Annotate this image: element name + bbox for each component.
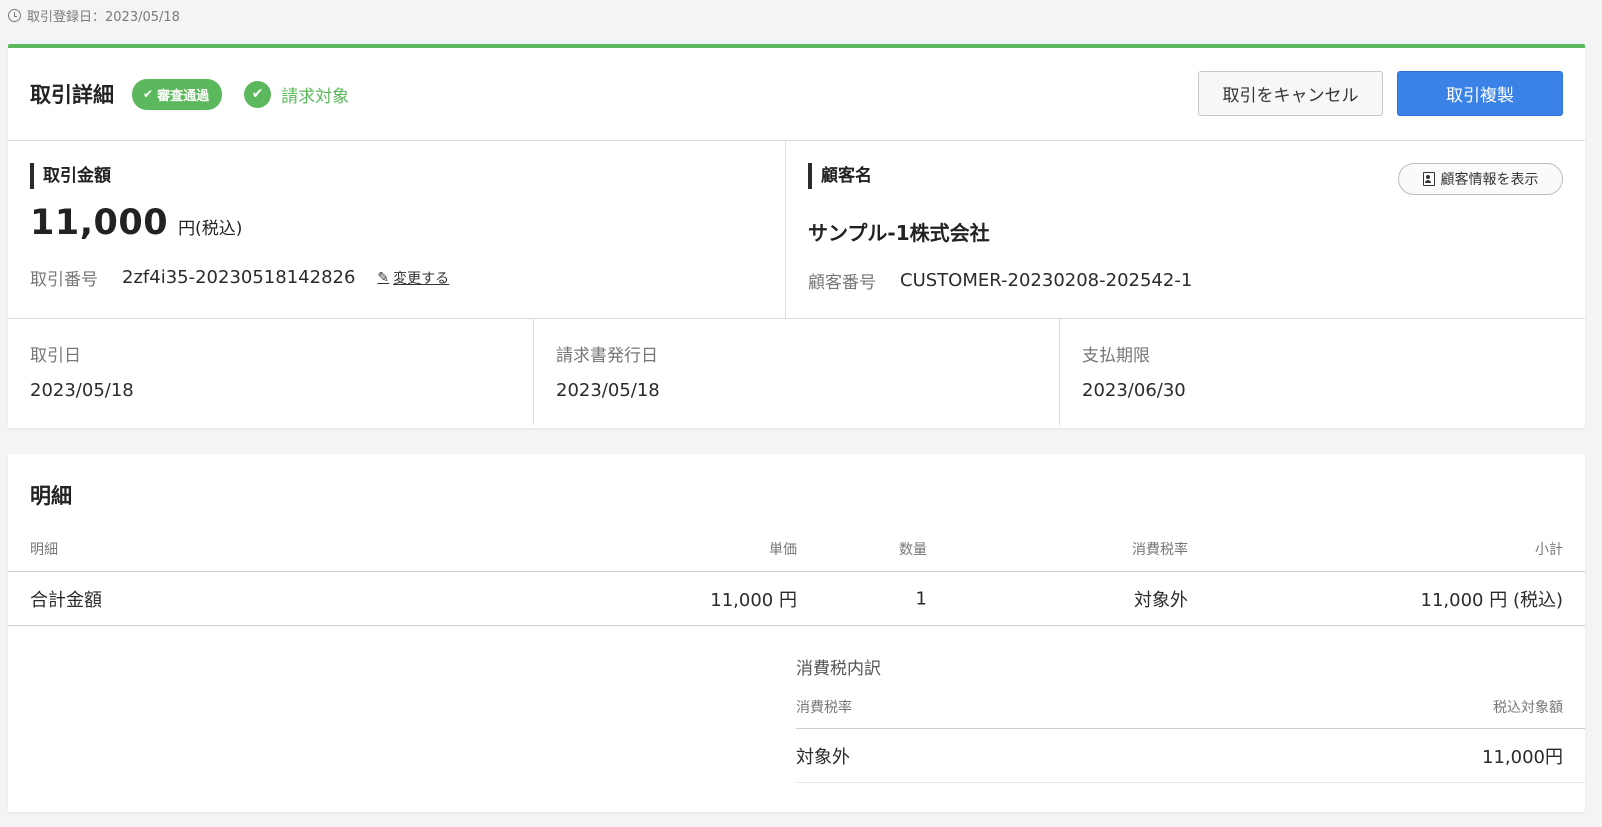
check-icon: ✔ (143, 87, 154, 101)
customer-name: サンプル-1株式会社 (808, 221, 990, 245)
col-subtotal: 小計 (1535, 541, 1563, 558)
line-items-card: 明細 明細 単価 数量 消費税率 小計 合計金額 11,000 円 1 対象外 … (8, 454, 1585, 812)
tax-col-amount: 税込対象額 (1493, 700, 1563, 716)
edit-link-label: 変更する (393, 270, 450, 287)
show-customer-info-label: 顧客情報を表示 (1440, 171, 1539, 187)
row-unit-price: 11,000 円 (710, 589, 797, 611)
date-value: 2023/05/18 (30, 380, 134, 401)
tax-col-rate: 消費税率 (796, 700, 852, 716)
col-desc: 明細 (30, 541, 58, 558)
date-label: 支払期限 (1082, 346, 1150, 366)
row-quantity: 1 (915, 588, 927, 609)
invoice-issue-date: 請求書発行日 2023/05/18 (534, 319, 1060, 425)
page-title: 取引詳細 (30, 83, 114, 107)
table-header: 明細 単価 数量 消費税率 小計 (8, 526, 1585, 572)
cancel-transaction-button[interactable]: 取引をキャンセル (1198, 71, 1383, 116)
row-subtotal: 11,000 円 (税込) (1420, 589, 1563, 611)
status-badge-label: 審査通過 (157, 88, 210, 104)
tax-breakdown-header: 消費税率 税込対象額 (796, 693, 1585, 729)
section-title: 明細 (30, 484, 72, 508)
col-unit-price: 単価 (769, 541, 797, 558)
amount-unit: 円(税込) (178, 219, 243, 239)
transaction-date: 取引日 2023/05/18 (8, 319, 534, 425)
date-label: 請求書発行日 (556, 346, 658, 366)
customer-number-line: 顧客番号 CUSTOMER-20230208-202542-1 (808, 268, 1563, 293)
date-label: 取引日 (30, 346, 81, 366)
duplicate-transaction-button[interactable]: 取引複製 (1397, 71, 1563, 116)
customer-number-value: CUSTOMER-20230208-202542-1 (900, 270, 1193, 291)
status-badge: ✔ 審査通過 (132, 78, 223, 110)
col-tax-rate: 消費税率 (1132, 541, 1188, 558)
date-value: 2023/06/30 (1082, 380, 1186, 401)
registered-date: 取引登録日：2023/05/18 (8, 6, 180, 25)
tax-row-amount: 11,000円 (1482, 746, 1563, 768)
contact-card-icon (1422, 172, 1435, 186)
row-desc: 合計金額 (30, 589, 102, 611)
tax-breakdown-row: 対象外 11,000円 (796, 729, 1585, 783)
show-customer-info-button[interactable]: 顧客情報を表示 (1398, 163, 1563, 195)
customer-number-key: 顧客番号 (808, 273, 876, 293)
amount-label: 取引金額 (30, 163, 763, 189)
customer-section: 顧客名 顧客情報を表示 サンプル-1株式会社 顧客番号 CUSTOMER-202… (786, 141, 1585, 318)
transaction-number-value: 2zf4i35-20230518142826 (122, 267, 356, 288)
amount-value: 11,000 (30, 203, 169, 243)
col-quantity: 数量 (899, 541, 927, 558)
clock-icon (8, 9, 21, 22)
pencil-icon: ✎ (377, 269, 390, 286)
tax-breakdown-title: 消費税内訳 (796, 659, 881, 679)
billing-status: ✔ 請求対象 (244, 80, 350, 108)
table-row: 合計金額 11,000 円 1 対象外 11,000 円 (税込) (8, 572, 1585, 626)
transaction-number-key: 取引番号 (30, 270, 98, 290)
registered-date-text: 取引登録日：2023/05/18 (27, 10, 180, 25)
detail-header: 取引詳細 ✔ 審査通過 ✔ 請求対象 取引をキャンセル 取引複製 (8, 48, 1585, 141)
check-circle-icon: ✔ (244, 80, 272, 108)
payment-due-date: 支払期限 2023/06/30 (1060, 319, 1585, 425)
row-tax-rate: 対象外 (1134, 589, 1188, 611)
dates-row: 取引日 2023/05/18 請求書発行日 2023/05/18 支払期限 20… (8, 319, 1585, 425)
edit-number-link[interactable]: ✎ 変更する (377, 268, 449, 288)
tax-breakdown: 消費税内訳 消費税率 税込対象額 対象外 11,000円 (796, 626, 1585, 783)
transaction-detail-card: 取引詳細 ✔ 審査通過 ✔ 請求対象 取引をキャンセル 取引複製 取引金額 11… (8, 44, 1585, 428)
billing-status-label: 請求対象 (281, 86, 350, 107)
tax-row-rate: 対象外 (796, 746, 850, 768)
amount-section: 取引金額 11,000 円(税込) 取引番号 2zf4i35-202305181… (8, 141, 786, 318)
amount-line: 11,000 円(税込) (30, 203, 763, 243)
info-row: 取引金額 11,000 円(税込) 取引番号 2zf4i35-202305181… (8, 141, 1585, 319)
date-value: 2023/05/18 (556, 380, 660, 401)
transaction-number-line: 取引番号 2zf4i35-20230518142826 ✎ 変更する (30, 265, 763, 290)
